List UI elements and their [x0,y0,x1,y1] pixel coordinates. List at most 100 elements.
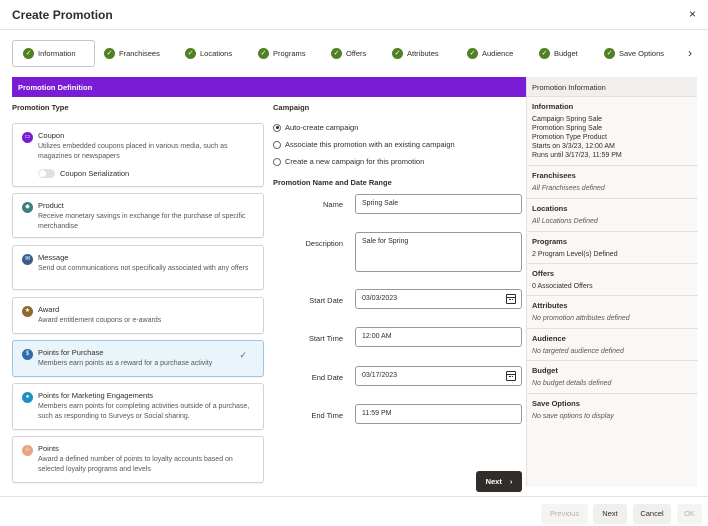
info-line: Runs until 3/17/23, 11:59 PM [532,152,622,159]
radio-button[interactable] [273,140,281,149]
check-icon: ✓ [392,48,403,59]
radio-create-new[interactable]: Create a new campaign for this promotion [273,157,424,166]
promotion-type-column: Promotion Type ▭ Coupon Utilizes embedde… [12,103,264,483]
card-title: Points for Purchase [38,348,104,357]
points-purchase-icon: $ [22,349,33,360]
info-line: Promotion Spring Sale [532,125,603,132]
card-coupon[interactable]: ▭ Coupon Utilizes embedded coupons place… [12,123,264,187]
calendar-icon[interactable] [506,294,516,304]
info-attributes: Attributes No promotion attributes defin… [532,301,692,323]
cancel-button[interactable]: Cancel [633,504,671,524]
description-label: Description [305,239,343,248]
name-label: Name [322,200,343,209]
promotion-definition-panel: Promotion Definition Promotion Type ▭ Co… [12,77,526,492]
info-programs: Programs 2 Program Level(s) Defined [532,237,692,259]
coupon-serialization-toggle[interactable] [38,169,55,178]
step-attributes[interactable]: ✓ Attributes [392,40,439,67]
info-value: No promotion attributes defined [532,315,630,322]
step-label: Budget [554,49,578,58]
next-button[interactable]: Next [593,504,627,524]
step-label: Save Options [619,49,665,58]
step-save-options[interactable]: ✓ Save Options [604,40,664,67]
product-icon: ◆ [22,202,33,213]
step-franchisees[interactable]: ✓ Franchisees [104,40,160,67]
divider [527,165,698,166]
engagement-icon: ● [22,392,33,403]
end-date-input[interactable]: 03/17/2023 [355,366,522,386]
section-banner: Promotion Definition [12,77,526,97]
info-section-title: Franchisees [532,171,576,180]
selected-check-icon: ✓ [239,350,247,360]
coupon-serialization-label: Coupon Serialization [60,169,130,178]
step-budget[interactable]: ✓ Budget [539,40,578,67]
end-time-label: End Time [311,411,343,420]
card-desc: Receive monetary savings in exchange for… [38,213,246,230]
next-step-button[interactable]: Next › [476,471,522,492]
step-offers[interactable]: ✓ Offers [331,40,366,67]
info-section-title: Save Options [532,399,580,408]
card-desc: Award entitlement coupons or e-awards [38,317,162,324]
info-value: 0 Associated Offers [532,283,593,290]
coupon-serialization-row: Coupon Serialization [38,169,255,178]
card-points-for-purchase[interactable]: $ Points for Purchase Members earn point… [12,340,264,377]
radio-associate-existing[interactable]: Associate this promotion with an existin… [273,140,455,149]
step-label: Programs [273,49,306,58]
info-section-title: Programs [532,237,568,246]
end-date-label: End Date [311,373,343,382]
step-programs[interactable]: ✓ Programs [258,40,306,67]
step-information[interactable]: ✓ Information [12,40,95,67]
card-message[interactable]: ✉ Message Send out communications not sp… [12,245,264,290]
info-line: Starts on 3/3/23, 12:00 AM [532,143,615,150]
start-time-input[interactable]: 12:00 AM [355,327,522,347]
name-range-label: Promotion Name and Date Range [273,178,392,187]
chevron-right-icon[interactable]: › [688,46,692,60]
card-desc: Utilizes embedded coupons placed in vari… [38,143,228,160]
radio-auto-create[interactable]: Auto-create campaign [273,123,358,132]
card-points[interactable]: ☆ Points Award a defined number of point… [12,436,264,483]
info-section-title: Offers [532,269,555,278]
previous-button[interactable]: Previous [541,504,588,524]
info-section-title: Attributes [532,301,568,310]
step-label: Locations [200,49,233,58]
description-textarea[interactable]: Sale for Spring [355,232,522,272]
start-date-label: Start Date [309,296,343,305]
points-icon: ☆ [22,445,33,456]
info-line: Campaign Spring Sale [532,116,603,123]
check-icon: ✓ [331,48,342,59]
step-train: ✓ Information ✓ Franchisees ✓ Locations … [12,40,696,68]
promotion-type-label: Promotion Type [12,103,69,112]
step-locations[interactable]: ✓ Locations [185,40,232,67]
step-audience[interactable]: ✓ Audience [467,40,513,67]
card-title: Points for Marketing Engagements [38,391,154,400]
info-value: No targeted audience defined [532,348,624,355]
calendar-icon[interactable] [506,371,516,381]
radio-button[interactable] [273,123,281,132]
card-desc: Award a defined number of points to loya… [38,456,233,473]
end-time-input[interactable]: 11:59 PM [355,404,522,424]
chevron-right-icon: › [509,477,513,486]
info-section-title: Audience [532,334,566,343]
divider [527,263,698,264]
card-title: Points [38,444,59,453]
card-title: Product [38,201,64,210]
info-locations: Locations All Locations Defined [532,204,692,226]
ok-button[interactable]: OK [677,504,702,524]
info-panel-header: Promotion Information [527,77,697,97]
step-label: Offers [346,49,367,58]
info-franchisees: Franchisees All Franchisees defined [532,171,692,193]
check-icon: ✓ [539,48,550,59]
card-desc: Send out communications not specifically… [38,265,249,272]
start-date-input[interactable]: 03/03/2023 [355,289,522,309]
radio-label: Create a new campaign for this promotion [285,157,425,166]
radio-button[interactable] [273,157,281,166]
divider [527,231,698,232]
start-time-label: Start Time [308,334,343,343]
card-desc: Members earn points for completing activ… [38,403,250,420]
card-points-for-marketing-engagements[interactable]: ● Points for Marketing Engagements Membe… [12,383,264,430]
dialog-header: Create Promotion × [0,0,708,30]
card-award[interactable]: ★ Award Award entitlement coupons or e-a… [12,297,264,334]
name-input[interactable]: Spring Sale [355,194,522,214]
close-icon[interactable]: × [689,7,696,21]
card-product[interactable]: ◆ Product Receive monetary savings in ex… [12,193,264,238]
step-label: Attributes [407,49,439,58]
